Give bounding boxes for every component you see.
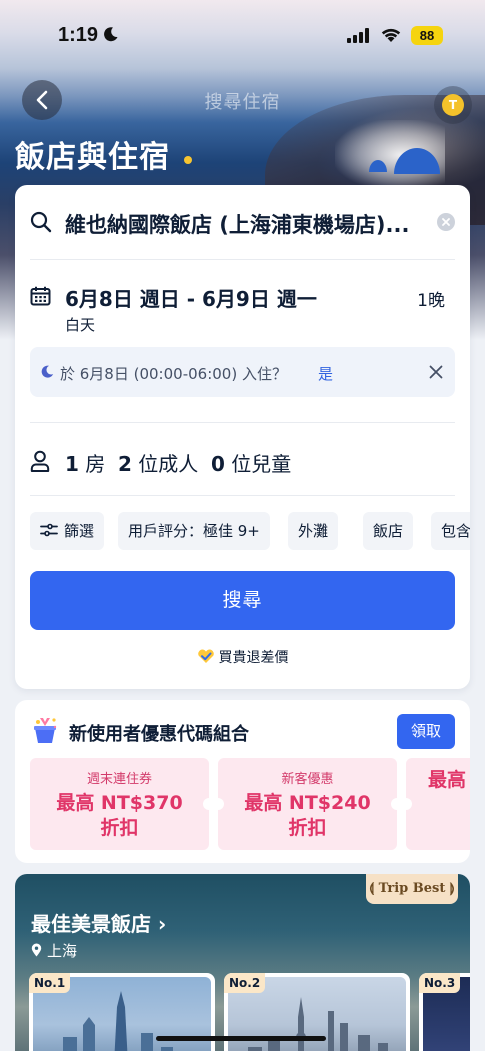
location-pin-icon xyxy=(31,943,42,957)
notice-yes-link[interactable]: 是 xyxy=(318,363,333,384)
nights-count: 1晚 xyxy=(417,291,445,311)
search-card: 維也納國際飯店 (上海浦東機場店)... 6月8日 週日 - 6月9日 週一 白… xyxy=(15,185,470,689)
person-icon xyxy=(30,450,50,472)
chip-filter[interactable]: 篩選 xyxy=(30,512,105,550)
close-icon xyxy=(442,218,450,226)
promo-card: 新使用者優惠代碼組合 領取 週末連住券 最高 NT$370 折扣 新客優惠 最高… xyxy=(15,700,470,863)
home-indicator[interactable] xyxy=(156,1036,326,1041)
coupon-list: 週末連住券 最高 NT$370 折扣 新客優惠 最高 NT$240 折扣 最高 xyxy=(30,758,470,850)
avatar-letter: T xyxy=(442,94,464,116)
coupon-label: 週末連住券 xyxy=(86,772,152,787)
divider xyxy=(30,259,455,260)
trip-best-badge: ⟬ Trip Best ⟭ xyxy=(366,874,458,904)
heart-check-icon xyxy=(197,649,214,663)
status-time: 1:19 xyxy=(58,24,99,46)
hotel-card[interactable]: No.3 xyxy=(419,973,470,1051)
chip-breakfast[interactable]: 包含早 xyxy=(431,512,470,550)
search-icon xyxy=(30,211,52,233)
price-guarantee-text: 買貴退差價 xyxy=(218,650,289,666)
laurel-icon: ⟬ xyxy=(369,881,379,896)
location-text: 上海 xyxy=(47,942,78,960)
guests-field[interactable]: 1 房 2 位成人 0 位兒童 xyxy=(30,447,455,477)
adults-count: 2 xyxy=(118,452,132,476)
rank-badge: No.2 xyxy=(224,973,266,993)
laurel-icon: ⟭ xyxy=(445,881,455,896)
destination-field[interactable]: 維也納國際飯店 (上海浦東機場店)... xyxy=(30,205,455,241)
children-unit: 位兒童 xyxy=(231,452,292,476)
early-checkin-notice: 於 6月8日 (00:00-06:00) 入住？ 是 xyxy=(30,347,455,397)
rank-badge: No.1 xyxy=(29,973,71,993)
title-accent-dot xyxy=(184,156,192,164)
close-icon[interactable] xyxy=(429,365,443,379)
wifi-icon xyxy=(381,28,401,42)
status-bar: 1:19 88 xyxy=(0,0,485,70)
scenic-hotels-section: ⟬ Trip Best ⟭ 最佳美景飯店 › 上海 No.1 No.2 No.3 xyxy=(15,874,470,1051)
coupon-amount: 最高 NT$240 xyxy=(244,792,371,814)
trip-best-label: Trip Best xyxy=(378,881,446,896)
clear-destination-button[interactable] xyxy=(437,213,455,231)
coupon-amount: 最高 xyxy=(428,769,467,791)
nav-title: 搜尋住宿 xyxy=(204,92,281,113)
rooms-count: 1 xyxy=(65,452,79,476)
moon-icon xyxy=(41,365,54,378)
search-button[interactable]: 搜尋 xyxy=(30,571,455,630)
cellular-signal-icon xyxy=(347,28,369,43)
divider xyxy=(30,495,455,496)
divider xyxy=(30,422,455,423)
destination-text: 維也納國際飯店 (上海浦東機場店)... xyxy=(65,213,410,237)
coupon-off: 折扣 xyxy=(288,817,327,839)
battery-indicator: 88 xyxy=(411,26,443,45)
scenic-title[interactable]: 最佳美景飯店 › xyxy=(31,908,166,937)
gift-hat-icon xyxy=(34,718,57,743)
chip-bund[interactable]: 外灘 xyxy=(288,512,339,550)
filter-chips: 篩選 用戶評分：極佳 9+ 外灘 飯店 包含早 xyxy=(30,512,470,552)
coupon-amount: 最高 NT$370 xyxy=(56,792,183,814)
children-count: 0 xyxy=(211,452,225,476)
coupon-label: 新客優惠 xyxy=(281,772,334,787)
rank-badge: No.3 xyxy=(419,973,461,993)
guests-text: 1 房 2 位成人 0 位兒童 xyxy=(65,448,291,477)
date-range-text: 6月8日 週日 - 6月9日 週一 xyxy=(65,287,317,311)
price-guarantee[interactable]: 買貴退差價 xyxy=(15,647,470,667)
coupon-off: 折扣 xyxy=(100,817,139,839)
claim-button[interactable]: 領取 xyxy=(397,714,455,749)
moon-icon xyxy=(104,27,118,42)
date-subtext: 白天 xyxy=(65,316,96,334)
coupon-notch xyxy=(400,798,412,810)
chip-hotel[interactable]: 飯店 xyxy=(363,512,414,550)
chip-rating[interactable]: 用戶評分：極佳 9+ xyxy=(118,512,270,550)
coupon-card[interactable]: 新客優惠 最高 NT$240 折扣 xyxy=(212,758,403,850)
avatar[interactable]: T xyxy=(434,86,472,124)
coupon-card[interactable]: 最高 xyxy=(400,758,470,850)
page-title: 飯店與住宿 xyxy=(15,140,170,175)
calendar-icon xyxy=(30,286,51,306)
scenic-location: 上海 xyxy=(31,940,77,961)
chip-label: 篩選 xyxy=(64,522,95,540)
filter-icon xyxy=(40,523,58,537)
notice-text: 於 6月8日 (00:00-06:00) 入住？ xyxy=(60,365,287,383)
coupon-card[interactable]: 週末連住券 最高 NT$370 折扣 xyxy=(30,758,215,850)
adults-unit: 位成人 xyxy=(138,452,199,476)
coupon-notch xyxy=(212,798,224,810)
promo-title: 新使用者優惠代碼組合 xyxy=(69,724,249,745)
rooms-unit: 房 xyxy=(85,452,106,476)
date-field[interactable]: 6月8日 週日 - 6月9日 週一 白天 1晚 xyxy=(30,281,455,341)
